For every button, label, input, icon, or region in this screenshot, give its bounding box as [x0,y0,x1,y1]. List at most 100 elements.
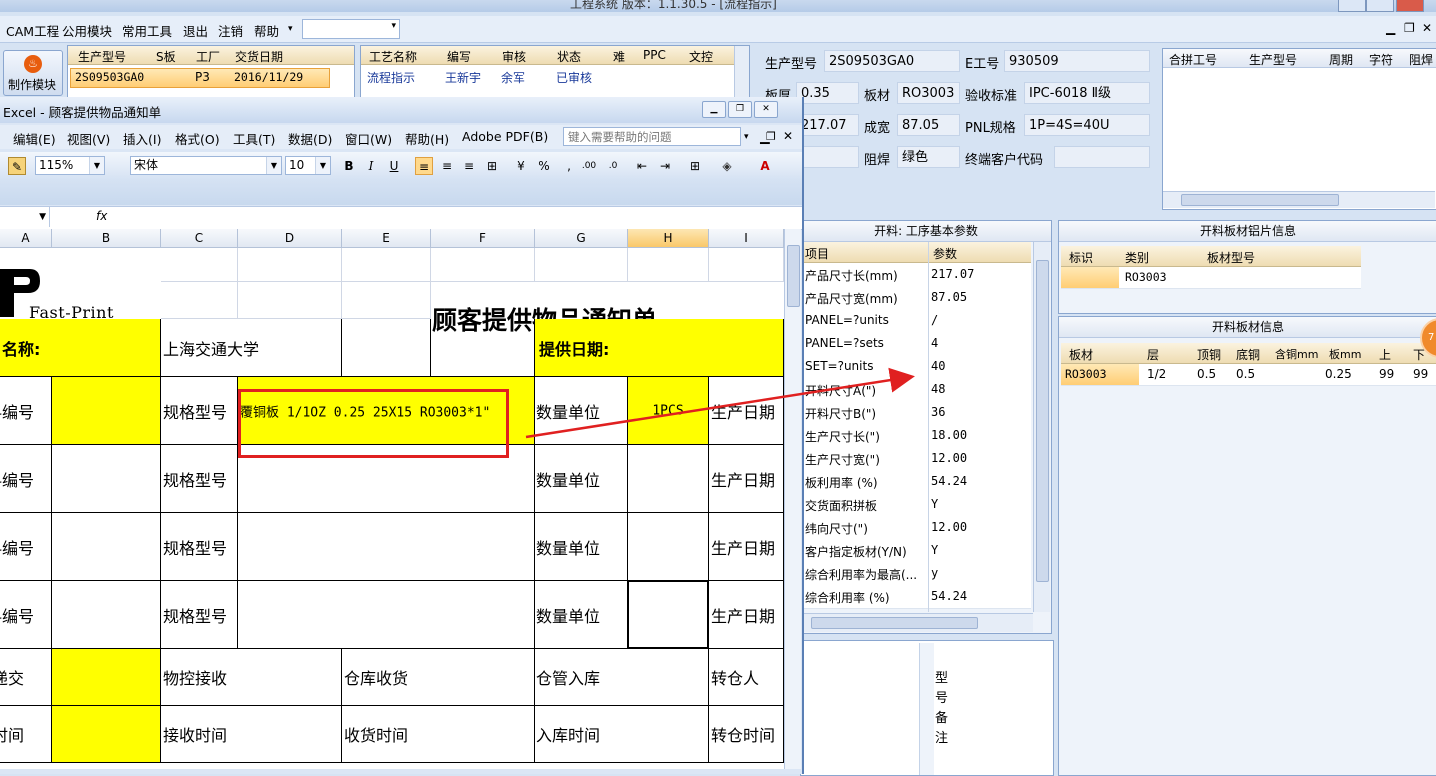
fill-color-icon[interactable]: ◈ [718,157,736,175]
vertical-scrollbar[interactable] [734,46,749,98]
help-search-input[interactable]: 键入需要帮助的问题 [563,127,741,146]
col-header-f[interactable]: F [431,229,535,248]
prod-date-cell[interactable]: 生产日期 [709,445,784,513]
currency-icon[interactable]: ¥ [512,157,530,175]
cell[interactable] [238,248,342,282]
table-row[interactable]: PANEL=?sets 4 [801,332,1031,356]
menu-tools[interactable]: 常用工具 [122,21,172,40]
qty-value-cell[interactable] [628,513,709,581]
menu-cam[interactable]: CAM工程 [6,21,59,40]
mdi-restore-icon[interactable]: ❐ [1404,21,1415,35]
customer-code-field[interactable] [1054,146,1150,168]
col-header[interactable]: 层 [1147,346,1159,363]
fx-icon[interactable]: fx [96,209,107,223]
excel-menu-edit[interactable]: 编辑(E) [13,129,56,148]
cell[interactable] [52,706,161,763]
align-left-icon[interactable]: ≡ [415,157,433,175]
excel-close-icon[interactable]: ✕ [754,101,778,118]
merge-center-icon[interactable]: ⊞ [483,157,501,175]
spec-label-cell[interactable]: 规格型号 [161,581,238,649]
item-no-value[interactable] [52,513,161,581]
col-header[interactable]: 状态 [557,48,581,65]
format-painter-icon[interactable]: ✎ [8,157,26,175]
selected-cell[interactable] [627,580,709,649]
excel-menu-view[interactable]: 视图(V) [67,129,110,148]
close-button[interactable] [1396,0,1424,12]
col-header-h[interactable]: H [628,229,709,248]
cell[interactable] [709,248,784,282]
spec-value-cell[interactable] [238,581,535,649]
italic-icon[interactable]: I [362,157,380,175]
prod-model-field[interactable]: 2S09503GA0 [824,50,960,72]
font-color-icon[interactable]: A [756,157,774,175]
menu-public[interactable]: 公用模块 [62,21,112,40]
mask-field[interactable]: 绿色 [897,146,960,168]
col-header[interactable]: 难 [613,48,625,65]
underline-icon[interactable]: U [385,157,403,175]
col-header-a[interactable]: A [0,229,52,248]
excel-menu-format[interactable]: 格式(O) [175,129,220,148]
doc-close-icon[interactable]: ✕ [783,129,793,143]
col-header[interactable]: 板材 [1069,346,1093,363]
col-header[interactable]: 标识 [1069,249,1093,266]
cell[interactable] [238,282,342,319]
col-header[interactable]: 字符 [1369,51,1393,68]
qty-value-cell[interactable] [628,445,709,513]
table-row[interactable]: 纬向尺寸(") 12.00 [801,516,1031,540]
vertical-scrollbar[interactable] [1033,242,1050,612]
spec-value-cell[interactable] [238,513,535,581]
in-time-cell[interactable]: 入库时间 [535,706,709,763]
transfer-time-cell[interactable]: 转仓时间 [709,706,784,763]
align-center-icon[interactable]: ≡ [438,157,456,175]
col-header[interactable]: 项目 [805,245,829,262]
menu-help[interactable]: 帮助 [254,21,279,40]
cell[interactable] [342,248,431,282]
receive-time-cell[interactable]: 接收时间 [161,706,342,763]
table-row[interactable]: 综合利用率为最高(... y [801,562,1031,586]
col-header[interactable]: 上 [1379,346,1391,363]
qty-label-cell[interactable]: 数量单位 [535,513,628,581]
table-row[interactable]: 交货面积拼板 Y [801,493,1031,517]
col-header-b[interactable]: B [52,229,161,248]
item-no-value[interactable] [52,581,161,649]
col-header[interactable]: 顶铜 [1197,346,1221,363]
borders-icon[interactable]: ⊞ [686,157,704,175]
decrease-indent-icon[interactable]: ⇤ [633,157,651,175]
excel-menu-insert[interactable]: 插入(I) [123,129,161,148]
standard-field[interactable]: IPC-6018 Ⅱ级 [1024,82,1150,104]
help-dropdown-icon[interactable]: ▾ [744,132,749,142]
table-row[interactable]: RO3003 [1061,267,1361,289]
col-header-c[interactable]: C [161,229,238,248]
col-header[interactable]: 合拼工号 [1169,51,1217,68]
goods-time-cell[interactable]: 收货时间 [342,706,535,763]
transfer-cell[interactable]: 转仓人 [709,649,784,706]
doc-restore-icon[interactable]: ❐ [766,130,776,143]
length-field[interactable]: 217.07 [796,114,859,136]
scrollbar-thumb[interactable] [1036,260,1049,582]
item-no-cell[interactable]: 物料编号 [0,581,52,649]
excel-menu-adobe[interactable]: Adobe PDF(B) [462,129,548,144]
qty-label-cell[interactable]: 数量单位 [535,445,628,513]
excel-minimize-icon[interactable]: ▁ [702,101,726,118]
col-header[interactable]: 审核 [502,48,526,65]
table-row[interactable]: 板利用率 (%) 54.24 [801,470,1031,494]
increase-indent-icon[interactable]: ⇥ [656,157,674,175]
horizontal-scrollbar[interactable] [1163,191,1435,208]
table-row[interactable]: 产品尺寸宽(mm) 87.05 [801,286,1031,310]
font-select[interactable]: 宋体 ▼ [130,156,282,175]
col-header[interactable]: 编写 [447,48,471,65]
col-header[interactable]: 板mm [1329,346,1361,362]
spec-label-cell[interactable]: 规格型号 [161,377,238,445]
qty-label-cell[interactable]: 数量单位 [535,581,628,649]
thickness-field[interactable]: 0.35 [796,82,859,104]
decrease-decimal-icon[interactable]: .0 [604,157,622,175]
item-no-cell[interactable]: 物料编号 [0,445,52,513]
col-header[interactable]: 周期 [1329,51,1353,68]
comma-icon[interactable]: , [560,157,578,175]
item-no-value[interactable] [52,445,161,513]
font-size-select[interactable]: 10 ▼ [285,156,331,175]
item-no-value[interactable] [52,377,161,445]
zoom-select[interactable]: 115% ▼ [35,156,105,175]
col-header[interactable]: 工厂 [196,48,220,65]
col-header[interactable]: 工艺名称 [369,48,417,65]
